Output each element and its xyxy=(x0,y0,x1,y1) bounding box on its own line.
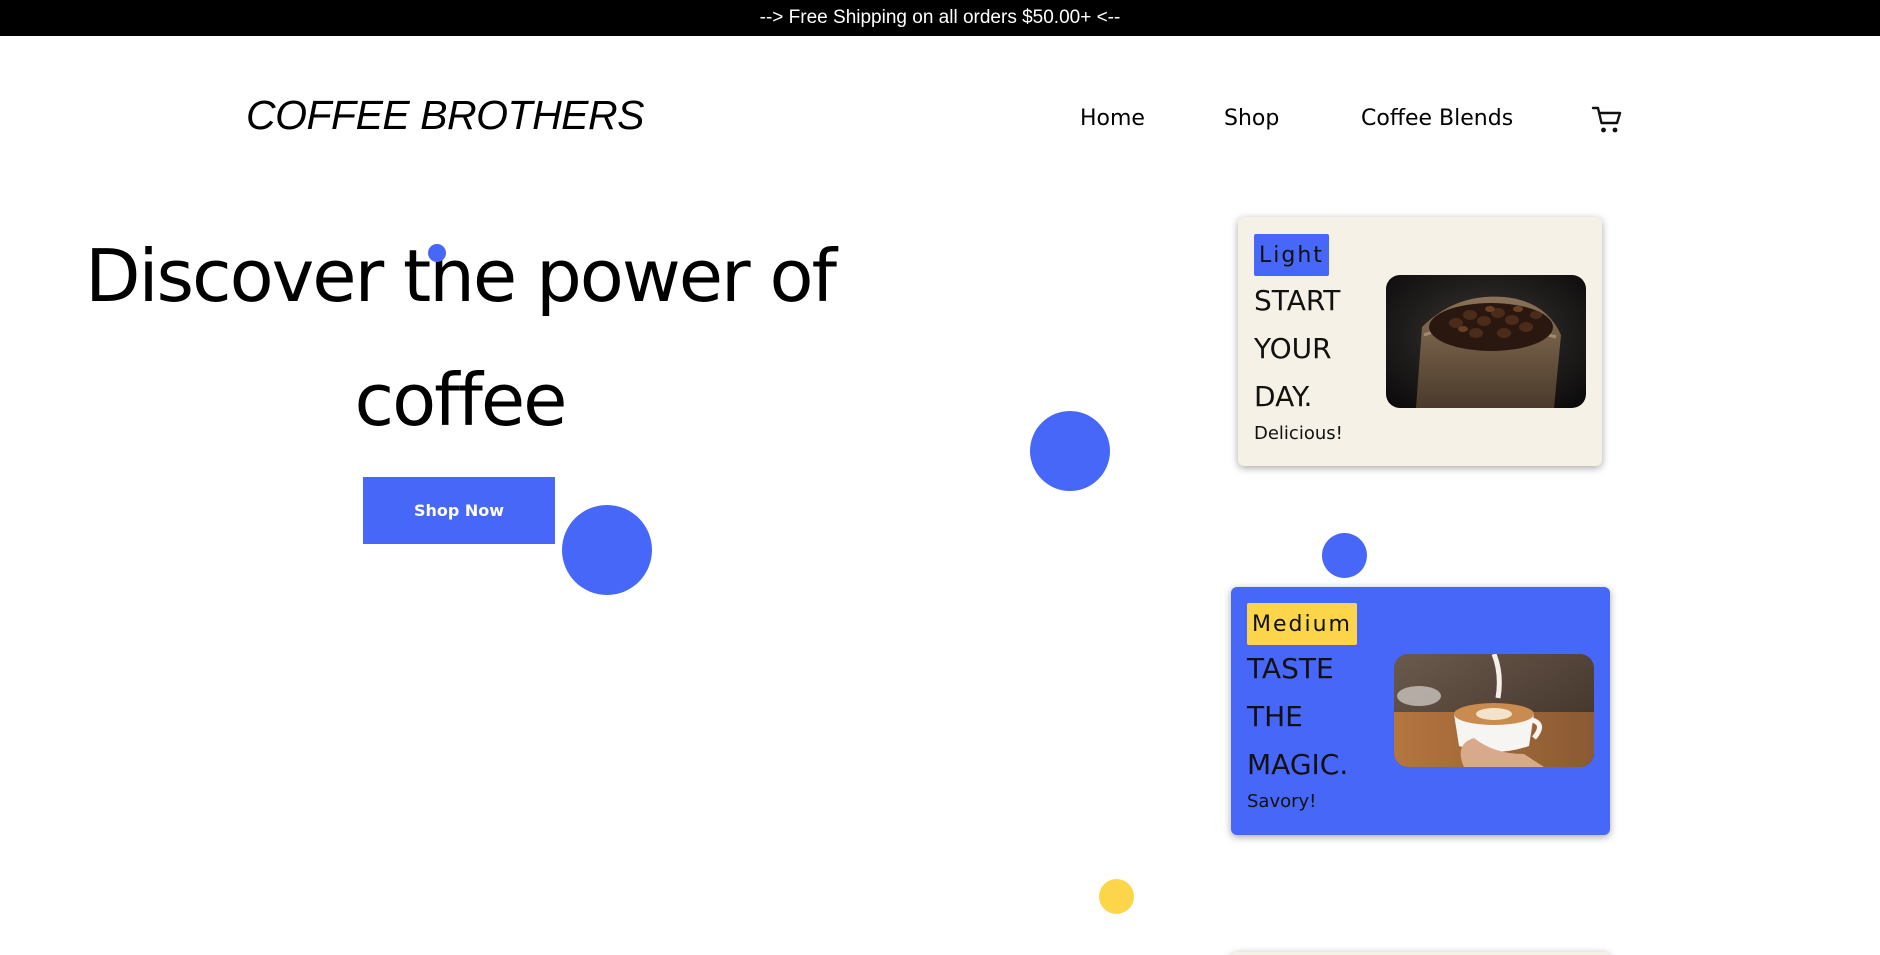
roast-badge: Medium xyxy=(1247,603,1357,645)
card-subtitle: Savory! xyxy=(1247,791,1317,812)
decorative-dot xyxy=(428,244,446,262)
latte-art-cup-image xyxy=(1394,654,1594,767)
hero-title: Discover the power of coffee xyxy=(85,234,837,442)
promo-bar: --> Free Shipping on all orders $50.00+ … xyxy=(0,0,1880,36)
decorative-circle xyxy=(1099,879,1134,914)
promo-text: --> Free Shipping on all orders $50.00+ … xyxy=(759,7,1121,28)
brand-logo[interactable]: COFFEE BROTHERS xyxy=(246,92,644,139)
card-heading: START YOUR DAY. xyxy=(1254,284,1341,413)
product-card-medium[interactable]: Medium TASTE THE MAGIC. Savory! xyxy=(1231,587,1610,835)
product-card-light[interactable]: Light START YOUR DAY. Delicious! xyxy=(1238,217,1602,466)
decorative-circle xyxy=(1030,411,1110,491)
card-heading: TASTE THE MAGIC. xyxy=(1247,652,1349,781)
decorative-circle xyxy=(562,505,652,595)
shopping-cart-icon[interactable] xyxy=(1591,104,1623,136)
roast-badge: Light xyxy=(1254,234,1329,276)
shop-now-button[interactable]: Shop Now xyxy=(363,477,555,544)
coffee-beans-sack-image xyxy=(1386,275,1586,408)
page: --> Free Shipping on all orders $50.00+ … xyxy=(0,0,1880,955)
nav-coffee-blends-link[interactable]: Coffee Blends xyxy=(1361,106,1513,131)
card-subtitle: Delicious! xyxy=(1254,423,1343,444)
nav-home-link[interactable]: Home xyxy=(1080,106,1145,131)
decorative-circle xyxy=(1322,533,1367,578)
nav-shop-link[interactable]: Shop xyxy=(1224,106,1279,131)
